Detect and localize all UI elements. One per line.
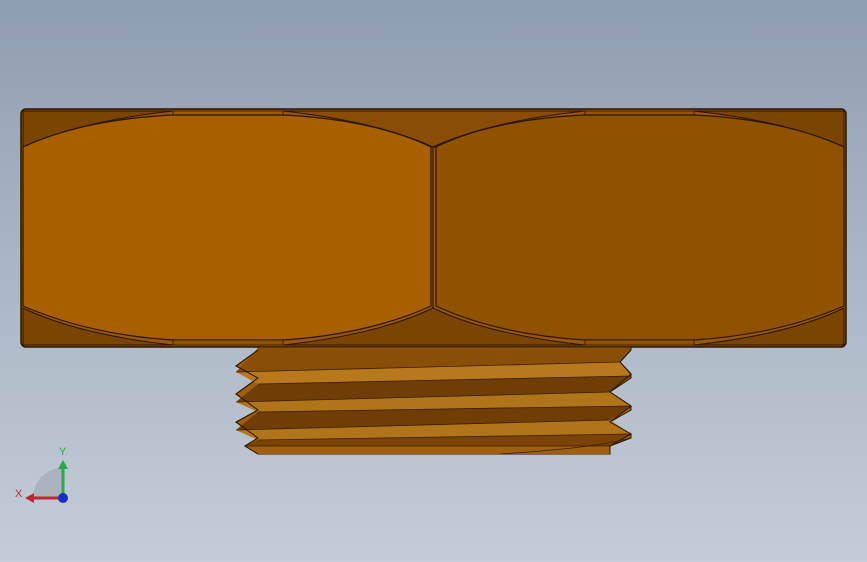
hex-face-right xyxy=(435,114,845,341)
y-axis-arrow-icon xyxy=(58,460,68,469)
hex-face-left xyxy=(22,114,432,341)
y-axis-label: Y xyxy=(59,446,67,458)
chamfer-strip-bottom-1 xyxy=(172,339,284,346)
x-axis-arrow-icon xyxy=(25,493,34,503)
triad-plane-quadrant xyxy=(33,468,63,498)
model-viewport[interactable] xyxy=(0,0,867,562)
hex-nut-body[interactable] xyxy=(20,108,847,348)
threaded-shank[interactable] xyxy=(235,346,633,455)
x-axis-label: X xyxy=(15,488,23,500)
z-axis-dot-icon xyxy=(58,493,68,503)
coordinate-triad: Y X xyxy=(15,446,68,503)
chamfer-strip-bottom-2 xyxy=(584,339,695,346)
